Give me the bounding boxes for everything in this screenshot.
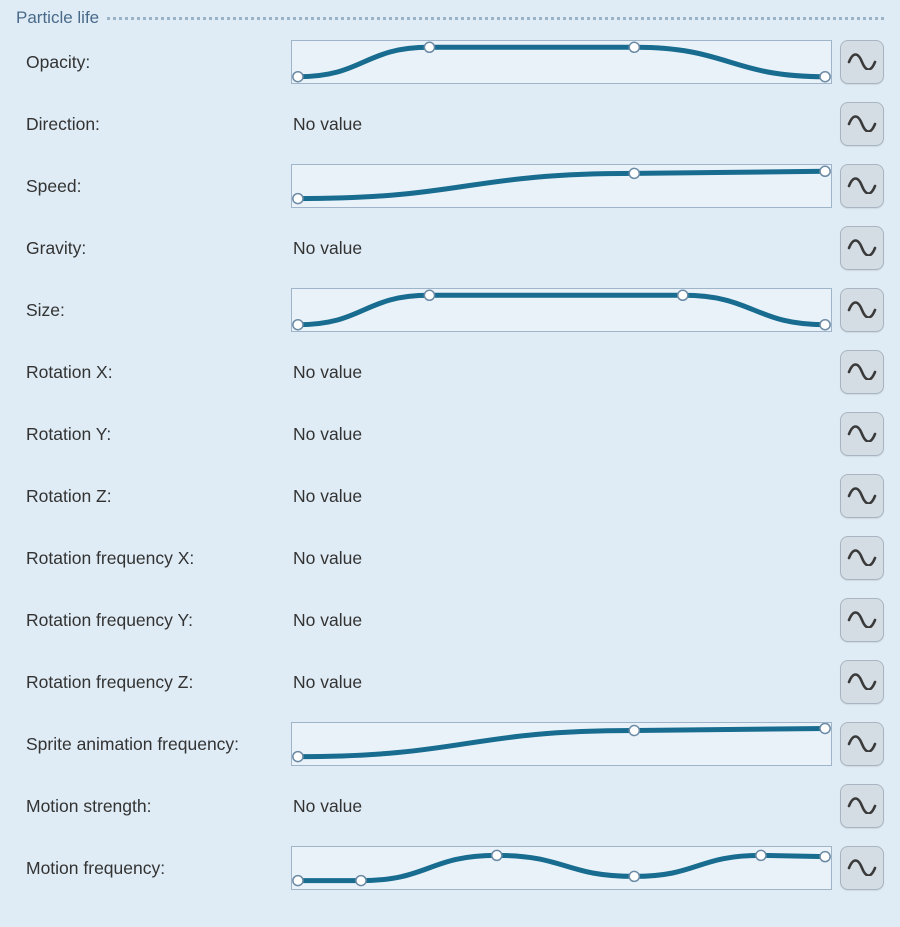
property-row-rotation-x: Rotation X:No value [16, 350, 884, 394]
property-label: Size: [16, 300, 291, 321]
property-row-gravity: Gravity:No value [16, 226, 884, 270]
property-row-rotation-y: Rotation Y:No value [16, 412, 884, 456]
property-label: Direction: [16, 114, 291, 135]
curve-button-motion-strength[interactable] [840, 784, 884, 828]
property-label: Speed: [16, 176, 291, 197]
sine-wave-icon [847, 794, 877, 819]
property-value: No value [291, 350, 832, 394]
no-value-text: No value [291, 672, 362, 693]
curve-button-size[interactable] [840, 288, 884, 332]
sine-wave-icon [847, 174, 877, 199]
property-label: Motion strength: [16, 796, 291, 817]
particle-life-panel: Particle life Opacity:Direction:No value… [0, 0, 900, 924]
property-label: Rotation Y: [16, 424, 291, 445]
no-value-text: No value [291, 114, 362, 135]
property-value: No value [291, 226, 832, 270]
section-title: Particle life [16, 8, 99, 28]
property-value [291, 288, 832, 332]
property-row-rotation-z: Rotation Z:No value [16, 474, 884, 518]
sine-wave-icon [847, 546, 877, 571]
no-value-text: No value [291, 486, 362, 507]
property-row-size: Size: [16, 288, 884, 332]
property-row-motion-strength: Motion strength:No value [16, 784, 884, 828]
curve-button-rotation-z[interactable] [840, 474, 884, 518]
curve-button-gravity[interactable] [840, 226, 884, 270]
curve-editor-sprite-animation-frequency[interactable] [291, 722, 832, 766]
curve-button-motion-frequency[interactable] [840, 846, 884, 890]
property-row-sprite-animation-frequency: Sprite animation frequency: [16, 722, 884, 766]
curve-button-opacity[interactable] [840, 40, 884, 84]
section-divider [107, 17, 884, 20]
curve-button-speed[interactable] [840, 164, 884, 208]
sine-wave-icon [847, 422, 877, 447]
property-value: No value [291, 412, 832, 456]
sine-wave-icon [847, 732, 877, 757]
property-label: Rotation frequency Y: [16, 610, 291, 631]
curve-button-rotation-x[interactable] [840, 350, 884, 394]
sine-wave-icon [847, 670, 877, 695]
property-label: Opacity: [16, 52, 291, 73]
curve-editor-size[interactable] [291, 288, 832, 332]
property-label: Gravity: [16, 238, 291, 259]
property-label: Motion frequency: [16, 858, 291, 879]
curve-button-rotation-y[interactable] [840, 412, 884, 456]
property-value: No value [291, 660, 832, 704]
curve-editor-opacity[interactable] [291, 40, 832, 84]
section-header: Particle life [16, 8, 884, 28]
property-value: No value [291, 102, 832, 146]
property-row-rotation-frequency-z: Rotation frequency Z:No value [16, 660, 884, 704]
curve-button-sprite-animation-frequency[interactable] [840, 722, 884, 766]
sine-wave-icon [847, 112, 877, 137]
property-label: Rotation Z: [16, 486, 291, 507]
property-row-rotation-frequency-x: Rotation frequency X:No value [16, 536, 884, 580]
no-value-text: No value [291, 362, 362, 383]
property-value: No value [291, 474, 832, 518]
property-row-rotation-frequency-y: Rotation frequency Y:No value [16, 598, 884, 642]
property-value: No value [291, 598, 832, 642]
curve-button-rotation-frequency-z[interactable] [840, 660, 884, 704]
sine-wave-icon [847, 484, 877, 509]
property-label: Rotation X: [16, 362, 291, 383]
sine-wave-icon [847, 856, 877, 881]
sine-wave-icon [847, 360, 877, 385]
property-row-opacity: Opacity: [16, 40, 884, 84]
curve-button-rotation-frequency-y[interactable] [840, 598, 884, 642]
curve-button-direction[interactable] [840, 102, 884, 146]
property-row-speed: Speed: [16, 164, 884, 208]
property-list: Opacity:Direction:No valueSpeed:Gravity:… [16, 40, 884, 890]
property-label: Rotation frequency Z: [16, 672, 291, 693]
no-value-text: No value [291, 796, 362, 817]
no-value-text: No value [291, 238, 362, 259]
sine-wave-icon [847, 608, 877, 633]
property-value: No value [291, 536, 832, 580]
property-value [291, 722, 832, 766]
property-row-direction: Direction:No value [16, 102, 884, 146]
property-label: Rotation frequency X: [16, 548, 291, 569]
property-label: Sprite animation frequency: [16, 734, 291, 755]
no-value-text: No value [291, 610, 362, 631]
curve-editor-speed[interactable] [291, 164, 832, 208]
property-value [291, 40, 832, 84]
sine-wave-icon [847, 236, 877, 261]
no-value-text: No value [291, 548, 362, 569]
sine-wave-icon [847, 50, 877, 75]
property-value: No value [291, 784, 832, 828]
sine-wave-icon [847, 298, 877, 323]
property-value [291, 846, 832, 890]
no-value-text: No value [291, 424, 362, 445]
curve-editor-motion-frequency[interactable] [291, 846, 832, 890]
property-row-motion-frequency: Motion frequency: [16, 846, 884, 890]
property-value [291, 164, 832, 208]
curve-button-rotation-frequency-x[interactable] [840, 536, 884, 580]
